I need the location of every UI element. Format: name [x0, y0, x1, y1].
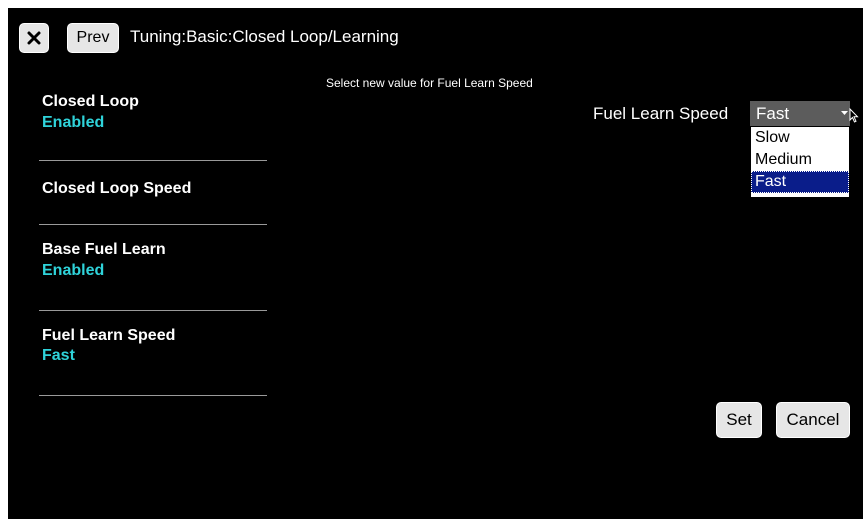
sidebar-item-label: Base Fuel Learn: [42, 241, 166, 258]
close-icon: [27, 31, 41, 45]
chevron-down-icon: [841, 111, 848, 115]
sidebar-item-label: Closed Loop Speed: [42, 180, 192, 197]
sidebar-item-base-fuel-learn[interactable]: Base Fuel Learn Enabled: [39, 225, 267, 311]
cancel-button[interactable]: Cancel: [776, 402, 850, 438]
option-fast[interactable]: Fast: [751, 171, 849, 193]
sidebar-item-value: Enabled: [42, 262, 105, 279]
close-button[interactable]: [19, 23, 49, 53]
sidebar-item-value: Enabled: [42, 114, 105, 131]
prev-button[interactable]: Prev: [67, 23, 119, 53]
sidebar-item-closed-loop[interactable]: Closed Loop Enabled: [39, 66, 267, 161]
select-dropdown-list: Slow Medium Fast: [750, 126, 850, 198]
sidebar-item-fuel-learn-speed[interactable]: Fuel Learn Speed Fast: [39, 311, 267, 396]
option-slow[interactable]: Slow: [751, 127, 849, 149]
sidebar: Closed Loop Enabled Closed Loop Speed Ba…: [39, 66, 267, 396]
sidebar-item-label: Closed Loop: [42, 93, 139, 110]
fuel-learn-speed-select[interactable]: Fast: [750, 101, 850, 127]
select-current-value: Fast: [756, 104, 790, 123]
field-label: Fuel Learn Speed: [593, 104, 729, 123]
sidebar-item-closed-loop-speed[interactable]: Closed Loop Speed: [39, 161, 267, 225]
option-medium[interactable]: Medium: [751, 149, 849, 171]
mouse-cursor-icon: [849, 108, 859, 123]
selection-prompt: Select new value for Fuel Learn Speed: [326, 76, 533, 90]
screen: Prev Tuning:Basic:Closed Loop/Learning C…: [8, 8, 863, 519]
sidebar-item-label: Fuel Learn Speed: [42, 327, 176, 344]
breadcrumb: Tuning:Basic:Closed Loop/Learning: [130, 27, 399, 46]
set-button[interactable]: Set: [716, 402, 762, 438]
sidebar-item-value: Fast: [42, 347, 75, 364]
